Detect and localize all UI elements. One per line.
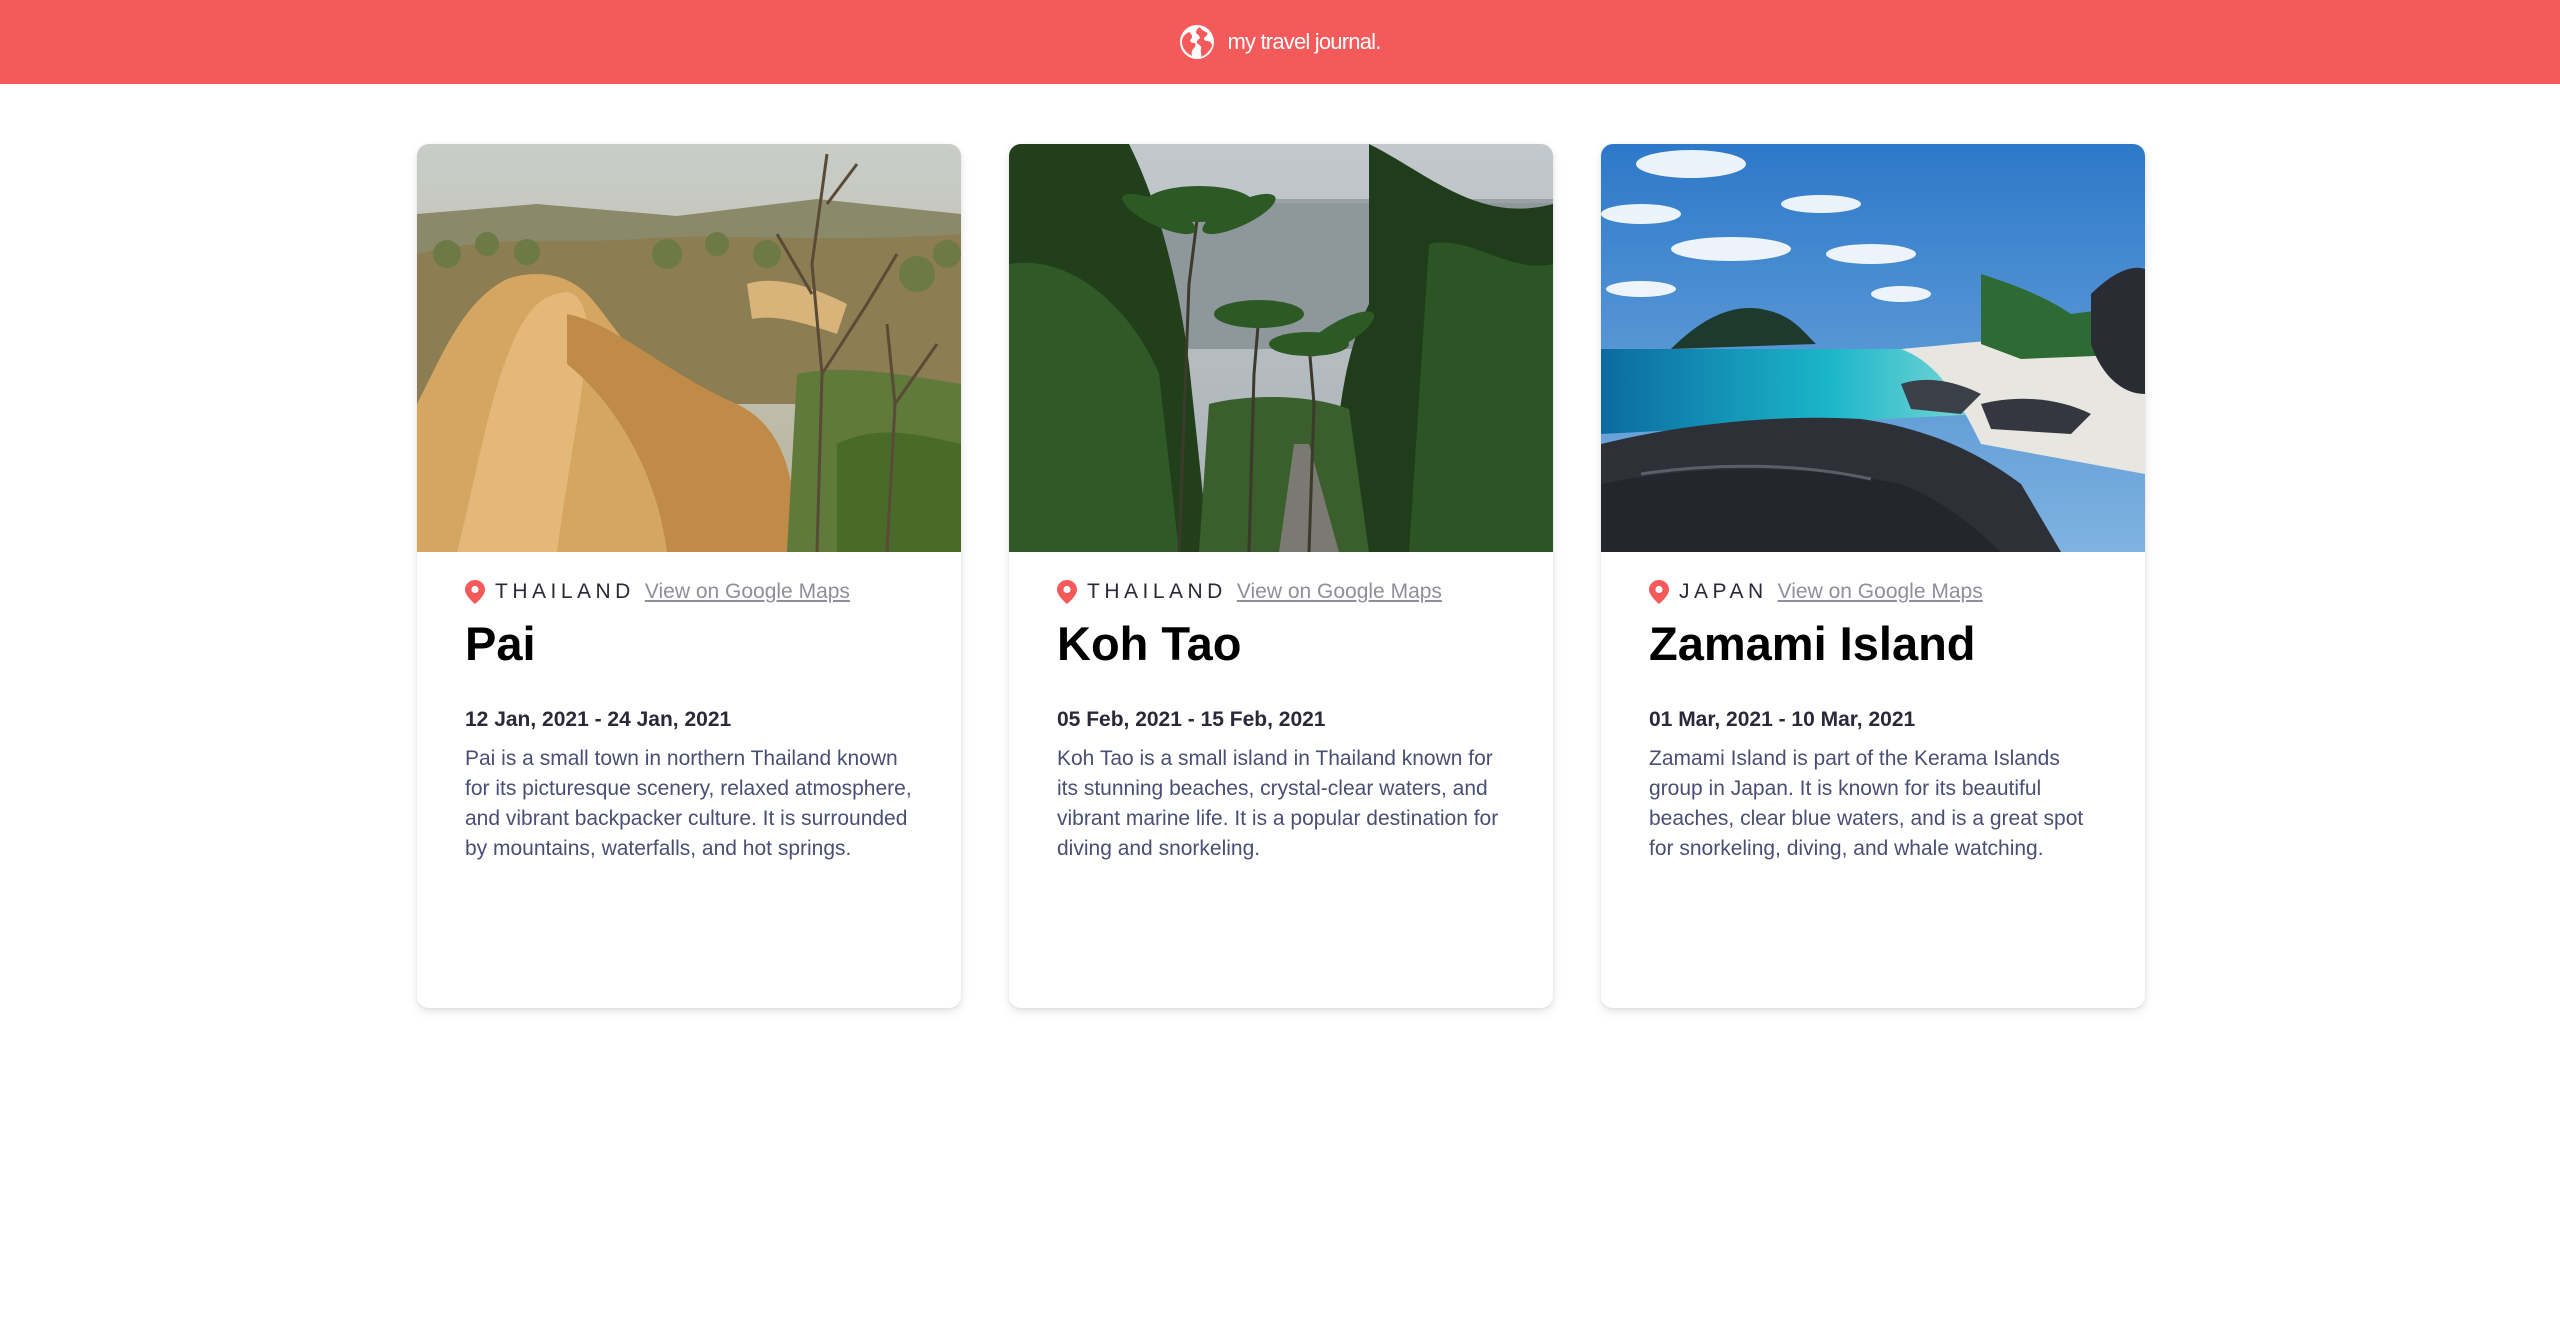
trip-dates: 12 Jan, 2021 - 24 Jan, 2021: [465, 708, 732, 731]
destination-description: Pai is a small town in northern Thailand…: [465, 747, 912, 860]
country-label: THAILAND: [495, 580, 635, 603]
location-row: THAILAND View on Google Maps: [465, 578, 913, 606]
journal-card: THAILAND View on Google Maps Pai 12 Jan,…: [417, 144, 961, 1008]
country-label: THAILAND: [1087, 580, 1227, 603]
trip-dates: 01 Mar, 2021 - 10 Mar, 2021: [1649, 708, 1916, 731]
location-pin-icon: [1057, 580, 1077, 604]
destination-photo: [417, 144, 961, 552]
globe-icon: [1179, 24, 1215, 60]
google-maps-link[interactable]: View on Google Maps: [645, 580, 850, 604]
card-body: THAILAND View on Google Maps Pai 12 Jan,…: [417, 552, 961, 864]
trip-dates: 05 Feb, 2021 - 15 Feb, 2021: [1057, 708, 1326, 731]
journal-card: THAILAND View on Google Maps Koh Tao 05 …: [1009, 144, 1553, 1008]
location-row: THAILAND View on Google Maps: [1057, 578, 1505, 606]
journal-card: JAPAN View on Google Maps Zamami Island …: [1601, 144, 2145, 1008]
journal-entries: THAILAND View on Google Maps Pai 12 Jan,…: [417, 144, 2145, 1008]
country-label: JAPAN: [1679, 580, 1768, 603]
location-row: JAPAN View on Google Maps: [1649, 578, 2097, 606]
destination-title: Zamami Island: [1649, 617, 1976, 670]
app-title: my travel journal.: [1227, 29, 1381, 54]
destination-title: Koh Tao: [1057, 617, 1242, 670]
app-header: my travel journal.: [0, 0, 2560, 84]
card-body: THAILAND View on Google Maps Koh Tao 05 …: [1009, 552, 1553, 864]
card-body: JAPAN View on Google Maps Zamami Island …: [1601, 552, 2145, 864]
destination-title: Pai: [465, 617, 536, 670]
google-maps-link[interactable]: View on Google Maps: [1237, 580, 1442, 604]
location-pin-icon: [465, 580, 485, 604]
google-maps-link[interactable]: View on Google Maps: [1778, 580, 1983, 604]
location-pin-icon: [1649, 580, 1669, 604]
destination-photo: [1601, 144, 2145, 552]
destination-description: Zamami Island is part of the Kerama Isla…: [1649, 747, 2084, 860]
destination-description: Koh Tao is a small island in Thailand kn…: [1057, 747, 1499, 860]
destination-photo: [1009, 144, 1553, 552]
